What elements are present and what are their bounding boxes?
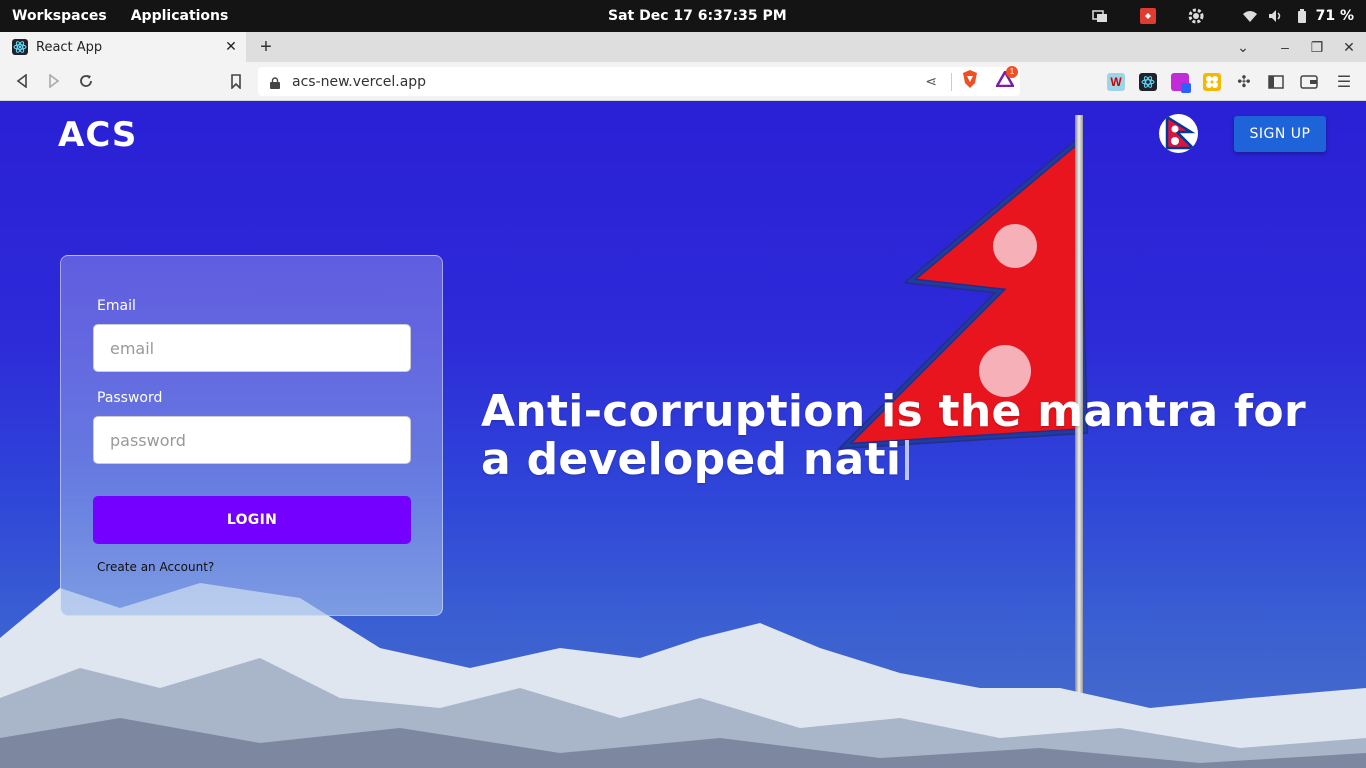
window-close-icon[interactable]: ✕ (1340, 39, 1358, 56)
brave-rewards-icon[interactable]: 1 (994, 66, 1018, 92)
system-clock[interactable]: Sat Dec 17 6:37:35 PM (608, 0, 787, 32)
react-icon (12, 39, 28, 55)
lock-icon[interactable] (270, 76, 280, 89)
battery-percentage: 71 % (1315, 8, 1354, 24)
typing-cursor (905, 440, 910, 480)
os-top-bar: Workspaces Applications Sat Dec 17 6:37:… (0, 0, 1366, 32)
menu-hamburger-icon[interactable]: ☰ (1335, 73, 1353, 91)
anydesk-icon[interactable] (1138, 8, 1158, 24)
nepal-flag-avatar[interactable] (1159, 114, 1198, 153)
share-icon[interactable]: ⋖ (925, 73, 937, 90)
address-bar-row: acs-new.vercel.app ⋖ 1 W ✣ ☰ (0, 62, 1366, 101)
brave-shields-icon[interactable] (962, 70, 978, 93)
email-label: Email (97, 298, 136, 314)
bookmark-icon[interactable] (225, 70, 247, 92)
url-text[interactable]: acs-new.vercel.app (292, 74, 925, 90)
create-account-link[interactable]: Create an Account? (97, 560, 214, 574)
password-label: Password (97, 390, 163, 406)
applications-menu[interactable]: Applications (131, 8, 229, 24)
tab-title: React App (36, 39, 103, 55)
tab-close-icon[interactable]: ✕ (222, 39, 240, 55)
screen-icon[interactable] (1090, 8, 1110, 24)
sidebar-toggle-icon[interactable] (1267, 73, 1285, 91)
sign-up-button[interactable]: SIGN UP (1234, 116, 1326, 152)
volume-icon[interactable] (1266, 8, 1286, 24)
system-tray: 71 % (1090, 0, 1354, 32)
extension-w-icon[interactable]: W (1107, 73, 1125, 91)
forward-icon[interactable] (43, 70, 65, 92)
page-content: ACS SIGN UP Email Password LOGIN Create … (0, 101, 1366, 768)
extension-yellow-icon[interactable] (1203, 73, 1221, 91)
site-logo[interactable]: ACS (58, 115, 137, 155)
url-divider (951, 72, 952, 91)
react-devtools-icon[interactable] (1139, 73, 1157, 91)
color-picker-extension-icon[interactable] (1171, 73, 1191, 93)
tab-bar: React App ✕ + ⌄ – ❐ ✕ (0, 32, 1366, 62)
wifi-icon[interactable] (1240, 8, 1260, 24)
login-form: Email Password LOGIN Create an Account? (60, 255, 443, 616)
login-button[interactable]: LOGIN (93, 496, 411, 544)
new-tab-button[interactable]: + (256, 36, 276, 58)
reload-icon[interactable] (75, 70, 97, 92)
tab-list-chevron-icon[interactable]: ⌄ (1234, 39, 1252, 56)
minimize-icon[interactable]: – (1276, 39, 1294, 55)
workspaces-menu[interactable]: Workspaces (12, 8, 107, 24)
hero-headline: Anti-corruption is the mantra for a deve… (481, 388, 1321, 484)
email-field[interactable] (93, 324, 411, 372)
tab-react-app[interactable]: React App ✕ (0, 32, 246, 62)
maximize-icon[interactable]: ❐ (1308, 39, 1326, 56)
hero-headline-text: Anti-corruption is the mantra for a deve… (481, 386, 1306, 485)
password-field[interactable] (93, 416, 411, 464)
rewards-badge: 1 (1006, 66, 1018, 78)
wallet-icon[interactable] (1300, 73, 1318, 91)
settings-icon[interactable] (1186, 8, 1206, 24)
back-icon[interactable] (11, 70, 33, 92)
url-field[interactable]: acs-new.vercel.app ⋖ 1 (258, 66, 1020, 96)
extensions-puzzle-icon[interactable]: ✣ (1235, 73, 1253, 91)
battery-icon[interactable] (1292, 8, 1312, 24)
